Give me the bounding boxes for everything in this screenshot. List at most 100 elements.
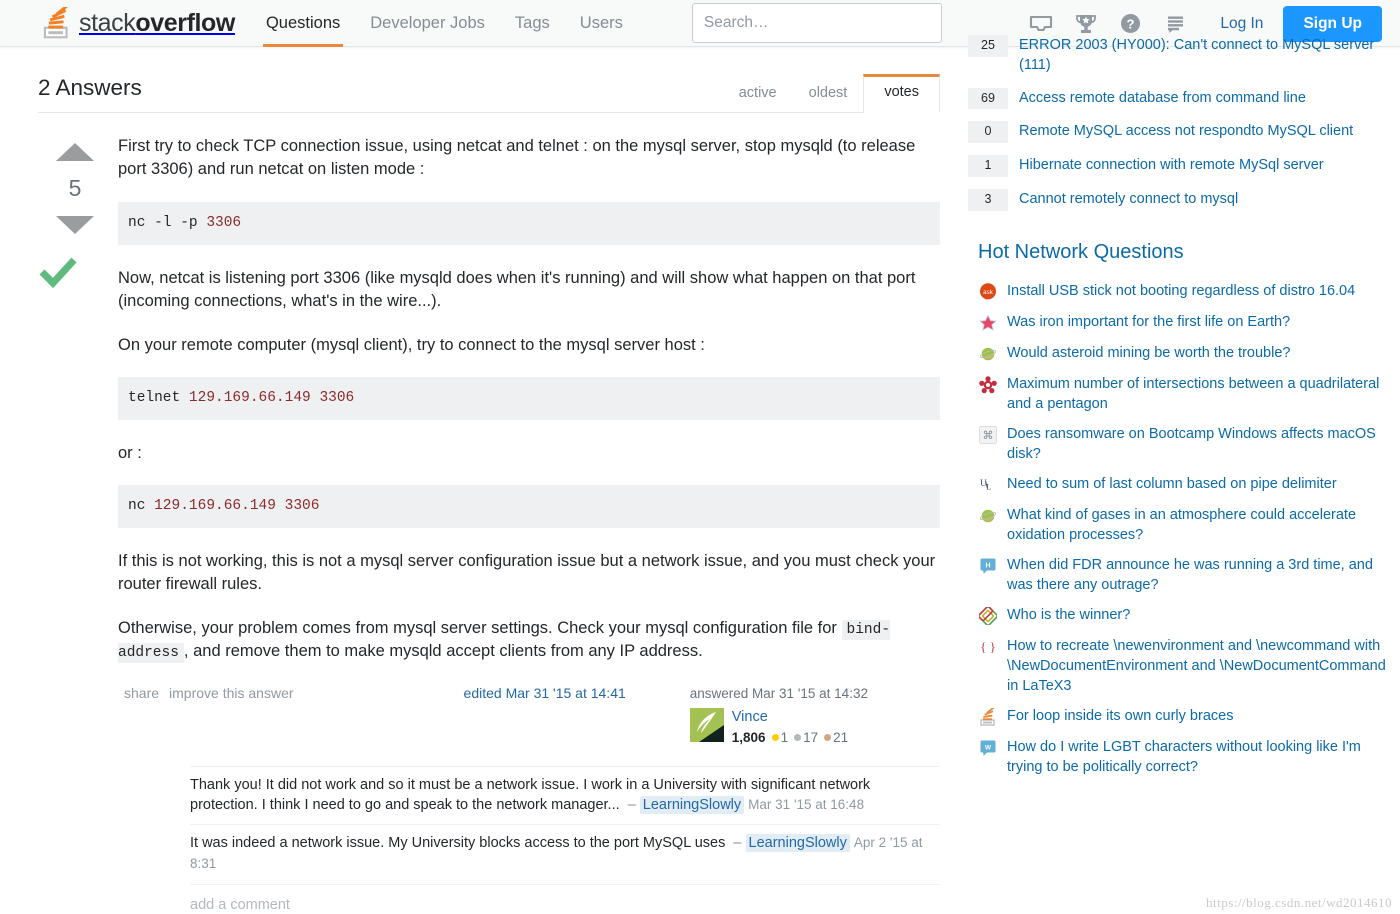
- page-container: 2 Answers active oldest votes 5 First tr…: [0, 35, 1400, 913]
- comment-timestamp[interactable]: Mar 31 '15 at 16:48: [748, 797, 864, 812]
- hot-question-link[interactable]: How to recreate \newenvironment and \new…: [1007, 636, 1400, 696]
- puzzling-icon: [978, 606, 998, 626]
- gold-badge-count: 1: [780, 730, 789, 746]
- downvote-button[interactable]: [56, 216, 94, 234]
- main-content: 2 Answers active oldest votes 5 First tr…: [0, 47, 960, 913]
- vote-controls: 5: [38, 135, 112, 748]
- biology-icon: [978, 313, 998, 333]
- site-logo-text: stackoverflow: [79, 8, 235, 37]
- hot-question-item: What kind of gases in an atmosphere coul…: [968, 500, 1400, 550]
- upvote-button[interactable]: [56, 143, 94, 161]
- tex-icon: { }: [978, 637, 998, 657]
- share-link[interactable]: share: [124, 685, 159, 701]
- mathematics-icon: [978, 375, 998, 395]
- avatar[interactable]: [689, 708, 724, 743]
- nav-item-questions[interactable]: Questions: [251, 0, 355, 47]
- site-logo[interactable]: stackoverflow: [42, 0, 235, 47]
- answer-paragraph-5: If this is not working, this is not a my…: [118, 552, 936, 594]
- comment-author-link[interactable]: LearningSlowly: [745, 833, 850, 852]
- related-questions-list: 25 ERROR 2003 (HY000): Can't connect to …: [968, 29, 1400, 217]
- hot-question-link[interactable]: For loop inside its own curly braces: [1007, 706, 1233, 726]
- hot-question-item: ask Install USB stick not booting regard…: [968, 276, 1400, 307]
- code-number: 129.169.66.149 3306: [154, 498, 320, 515]
- sidebar: 25 ERROR 2003 (HY000): Can't connect to …: [960, 35, 1400, 913]
- hot-question-link[interactable]: Would asteroid mining be worth the troub…: [1007, 343, 1290, 363]
- svg-text:{ }: { }: [980, 639, 996, 654]
- nav-label: Tags: [514, 13, 550, 32]
- user-reputation-line: 1,806 1 17 21: [732, 728, 848, 747]
- hot-question-link[interactable]: Who is the winner?: [1007, 605, 1130, 625]
- paragraph-text-after: , and remove them to make mysqld accept …: [183, 642, 703, 661]
- add-comment-link[interactable]: add a comment: [190, 884, 940, 913]
- code-command: nc -l -p: [128, 214, 207, 231]
- hot-question-link[interactable]: Maximum number of intersections between …: [1007, 374, 1400, 414]
- code-block-3: nc 129.169.66.149 3306: [118, 485, 940, 529]
- code-number: 3306: [206, 214, 242, 231]
- silver-badge-icon: [794, 734, 802, 742]
- related-question-link[interactable]: Access remote database from command line: [1019, 88, 1306, 109]
- bronze-badge-icon: [824, 734, 832, 742]
- hot-question-item: H When did FDR announce he was running a…: [968, 550, 1400, 600]
- related-question-item: 69 Access remote database from command l…: [968, 82, 1400, 116]
- comment-author-link[interactable]: LearningSlowly: [639, 796, 745, 815]
- accepted-answer-icon[interactable]: [38, 255, 78, 289]
- tab-votes[interactable]: votes: [863, 74, 940, 113]
- related-question-link[interactable]: ERROR 2003 (HY000): Can't connect to MyS…: [1019, 35, 1400, 76]
- hot-question-link[interactable]: Install USB stick not booting regardless…: [1007, 281, 1355, 301]
- nav-item-users[interactable]: Users: [565, 0, 638, 47]
- user-details: Vince 1,806 1 17 21: [689, 708, 895, 747]
- related-question-item: 1 Hibernate connection with remote MySql…: [968, 149, 1400, 183]
- user-name-link[interactable]: Vince: [732, 708, 848, 726]
- improve-answer-link[interactable]: improve this answer: [169, 685, 294, 701]
- comments-list: Thank you! It did not work and so it mus…: [190, 765, 940, 913]
- answer-body: First try to check TCP connection issue,…: [112, 135, 940, 748]
- svg-text:H: H: [985, 562, 990, 569]
- stackoverflow-icon: [978, 707, 998, 727]
- answered-timestamp: answered Mar 31 '15 at 14:32: [689, 686, 868, 702]
- askubuntu-icon: ask: [978, 282, 998, 302]
- edited-timestamp[interactable]: edited Mar 31 '15 at 14:41: [464, 684, 626, 704]
- hot-question-item: ⌘ Does ransomware on Bootcamp Windows af…: [968, 419, 1400, 469]
- nav-item-developer-jobs[interactable]: Developer Jobs: [355, 0, 500, 47]
- hot-questions-list: ask Install USB stick not booting regard…: [968, 276, 1400, 782]
- code-command: telnet: [128, 389, 189, 406]
- comment-item: Thank you! It did not work and so it mus…: [190, 765, 940, 824]
- user-info: Vince 1,806 1 17 21: [732, 708, 848, 747]
- nav-item-tags[interactable]: Tags: [500, 0, 565, 47]
- hot-question-link[interactable]: What kind of gases in an atmosphere coul…: [1007, 505, 1400, 545]
- history-icon: H: [978, 556, 998, 576]
- watermark-text: https://blog.csdn.net/wd2014610: [1206, 895, 1392, 911]
- related-question-item: 0 Remote MySQL access not respondto MySQ…: [968, 115, 1400, 149]
- hot-question-item: Maximum number of intersections between …: [968, 369, 1400, 419]
- related-question-score: 25: [968, 35, 1008, 57]
- stackoverflow-logo-icon: [43, 7, 69, 39]
- search-placeholder: Search…: [703, 14, 769, 31]
- code-block-2: telnet 129.169.66.149 3306: [118, 376, 940, 420]
- hot-question-link[interactable]: Need to sum of last column based on pipe…: [1007, 474, 1337, 494]
- hot-question-link[interactable]: Does ransomware on Bootcamp Windows affe…: [1007, 424, 1400, 464]
- hot-question-link[interactable]: Was iron important for the first life on…: [1007, 312, 1290, 332]
- related-question-link[interactable]: Remote MySQL access not respondto MySQL …: [1019, 121, 1353, 142]
- hot-question-link[interactable]: How do I write LGBT characters without l…: [1007, 737, 1400, 777]
- hot-question-item: { } How to recreate \newenvironment and …: [968, 631, 1400, 701]
- post-menu: share improve this answer: [124, 684, 304, 704]
- tab-active[interactable]: active: [723, 77, 793, 112]
- answerer-user-card: answered Mar 31 '15 at 14:32 Vince 1,806: [689, 684, 895, 747]
- answer-paragraph-3: On your remote computer (mysql client), …: [118, 335, 705, 354]
- related-question-link[interactable]: Cannot remotely connect to mysql: [1019, 189, 1238, 210]
- answer-footer: share improve this answer edited Mar 31 '…: [118, 684, 940, 747]
- tab-oldest[interactable]: oldest: [793, 77, 864, 112]
- related-question-item: 3 Cannot remotely connect to mysql: [968, 183, 1400, 217]
- search-input[interactable]: Search…: [691, 3, 942, 43]
- hot-question-link[interactable]: When did FDR announce he was running a 3…: [1007, 555, 1400, 595]
- code-block-1: nc -l -p 3306: [118, 201, 940, 245]
- hot-network-questions-title: Hot Network Questions: [978, 240, 1184, 263]
- related-question-link[interactable]: Hibernate connection with remote MySql s…: [1019, 155, 1324, 176]
- related-question-score: 3: [968, 188, 1008, 211]
- svg-text:⌘: ⌘: [983, 430, 994, 442]
- related-question-score: 1: [968, 155, 1008, 177]
- related-question-score: 0: [968, 121, 1008, 144]
- silver-badge-count: 17: [803, 730, 819, 746]
- nav-label: Questions: [265, 13, 341, 32]
- answer-post: 5 First try to check TCP connection issu…: [38, 113, 940, 748]
